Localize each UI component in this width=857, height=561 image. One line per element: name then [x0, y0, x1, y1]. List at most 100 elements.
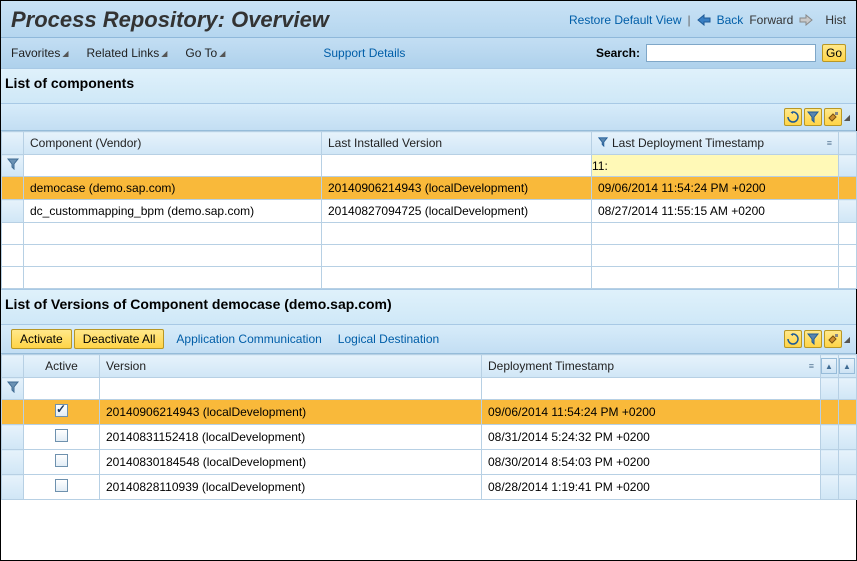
chevron-down-icon: ◢ — [219, 49, 225, 58]
cell-timestamp: 08/28/2014 1:19:41 PM +0200 — [482, 475, 821, 500]
col-active[interactable]: Active — [24, 355, 100, 378]
scroll-header — [839, 132, 857, 155]
filter-button[interactable] — [804, 108, 822, 126]
table-row-empty — [2, 267, 857, 289]
filter-icon-cell[interactable] — [2, 155, 24, 177]
page-title: Process Repository: Overview — [11, 7, 329, 33]
refresh-button[interactable] — [784, 108, 802, 126]
row-handle[interactable] — [2, 425, 24, 450]
scroll-cell — [821, 425, 839, 450]
col-version[interactable]: Version — [100, 355, 482, 378]
components-section-header: List of components — [1, 68, 856, 104]
cell-timestamp: 08/31/2014 5:24:32 PM +0200 — [482, 425, 821, 450]
favorites-menu[interactable]: Favorites ◢ — [11, 46, 69, 60]
versions-section-header: List of Versions of Component democase (… — [1, 289, 856, 325]
filter-row: 11: — [2, 155, 857, 177]
back-arrow-icon[interactable] — [697, 14, 711, 26]
active-checkbox[interactable] — [55, 404, 68, 417]
cell-active[interactable] — [24, 425, 100, 450]
chevron-down-icon: ◢ — [62, 49, 68, 58]
scroll-up[interactable]: ▲ — [821, 355, 839, 378]
forward-arrow-icon[interactable] — [799, 14, 813, 26]
chevron-down-icon[interactable]: ◢ — [844, 113, 850, 122]
cell-active[interactable] — [24, 475, 100, 500]
filter-timestamp[interactable] — [482, 378, 821, 400]
settings-button[interactable] — [824, 330, 842, 348]
filter-version[interactable] — [100, 378, 482, 400]
filter-component-input[interactable] — [24, 156, 321, 176]
forward-label: Forward — [749, 13, 793, 27]
page-header: Process Repository: Overview Restore Def… — [1, 1, 856, 37]
table-row-empty — [2, 223, 857, 245]
row-handle[interactable] — [2, 475, 24, 500]
cell-version: 20140828110939 (localDevelopment) — [100, 475, 482, 500]
go-to-menu[interactable]: Go To ◢ — [185, 46, 225, 60]
row-handle[interactable] — [2, 200, 24, 223]
filter-icon-cell[interactable] — [2, 378, 24, 400]
table-row[interactable]: 20140831152418 (localDevelopment)08/31/2… — [2, 425, 857, 450]
header-nav: Restore Default View | Back Forward Hist — [569, 13, 846, 27]
versions-table-wrap: Active Version Deployment Timestamp ≡ ▲ … — [1, 354, 856, 500]
scroll-cell — [839, 475, 857, 500]
scroll-cell — [839, 155, 857, 177]
back-link[interactable]: Back — [717, 13, 744, 27]
chevron-down-icon[interactable]: ◢ — [844, 335, 850, 344]
app-communication-link[interactable]: Application Communication — [176, 332, 321, 346]
cell-version: 20140831152418 (localDevelopment) — [100, 425, 482, 450]
logical-destination-link[interactable]: Logical Destination — [338, 332, 439, 346]
settings-button[interactable] — [824, 108, 842, 126]
active-checkbox[interactable] — [55, 429, 68, 442]
refresh-button[interactable] — [784, 330, 802, 348]
versions-table: Active Version Deployment Timestamp ≡ ▲ … — [1, 354, 857, 500]
filter-row — [2, 378, 857, 400]
toolbar: Favorites ◢ Related Links ◢ Go To ◢ Supp… — [1, 37, 856, 68]
cell-active[interactable] — [24, 400, 100, 425]
filter-timestamp[interactable]: 11: — [592, 155, 839, 177]
scroll-cell — [821, 475, 839, 500]
cell-version: 20140830184548 (localDevelopment) — [100, 450, 482, 475]
scroll-cell — [839, 400, 857, 425]
sort-icon[interactable]: ≡ — [827, 138, 832, 148]
components-table-wrap: Component (Vendor) Last Installed Versio… — [1, 131, 856, 289]
col-component[interactable]: Component (Vendor) — [24, 132, 322, 155]
go-button[interactable]: Go — [822, 44, 846, 62]
chevron-down-icon: ◢ — [161, 49, 167, 58]
col-timestamp[interactable]: Last Deployment Timestamp ≡ — [592, 132, 839, 155]
row-handle-header — [2, 355, 24, 378]
support-details-link[interactable]: Support Details — [323, 46, 405, 60]
table-row[interactable]: democase (demo.sap.com)20140906214943 (l… — [2, 177, 857, 200]
deactivate-all-button[interactable]: Deactivate All — [74, 329, 165, 349]
search-label: Search: — [596, 46, 640, 60]
table-row[interactable]: 20140828110939 (localDevelopment)08/28/2… — [2, 475, 857, 500]
filter-button[interactable] — [804, 330, 822, 348]
filter-component[interactable] — [24, 155, 322, 177]
cell-version: 20140906214943 (localDevelopment) — [322, 177, 592, 200]
active-checkbox[interactable] — [55, 454, 68, 467]
related-links-menu[interactable]: Related Links ◢ — [87, 46, 168, 60]
row-handle[interactable] — [2, 400, 24, 425]
sort-icon[interactable]: ≡ — [809, 361, 814, 371]
search-input[interactable] — [646, 44, 816, 62]
table-row[interactable]: dc_custommapping_bpm (demo.sap.com)20140… — [2, 200, 857, 223]
history-link[interactable]: Hist — [825, 13, 846, 27]
filter-version-input[interactable] — [322, 156, 591, 176]
activate-button[interactable]: Activate — [11, 329, 72, 349]
filter-active[interactable] — [24, 378, 100, 400]
row-handle[interactable] — [2, 450, 24, 475]
filter-version[interactable] — [322, 155, 592, 177]
table-row[interactable]: 20140830184548 (localDevelopment)08/30/2… — [2, 450, 857, 475]
row-handle[interactable] — [2, 177, 24, 200]
scroll-cell — [839, 425, 857, 450]
scroll-up-alt[interactable]: ▲ — [839, 355, 857, 378]
scroll-cell — [821, 378, 839, 400]
restore-default-view-link[interactable]: Restore Default View — [569, 13, 682, 27]
search-area: Search: Go — [596, 44, 846, 62]
active-checkbox[interactable] — [55, 479, 68, 492]
table-row[interactable]: 20140906214943 (localDevelopment)09/06/2… — [2, 400, 857, 425]
col-timestamp[interactable]: Deployment Timestamp ≡ — [482, 355, 821, 378]
cell-active[interactable] — [24, 450, 100, 475]
favorites-label: Favorites — [11, 46, 60, 60]
scroll-cell — [839, 177, 857, 200]
versions-table-toolbar: Activate Deactivate All Application Comm… — [1, 325, 856, 354]
col-version[interactable]: Last Installed Version — [322, 132, 592, 155]
